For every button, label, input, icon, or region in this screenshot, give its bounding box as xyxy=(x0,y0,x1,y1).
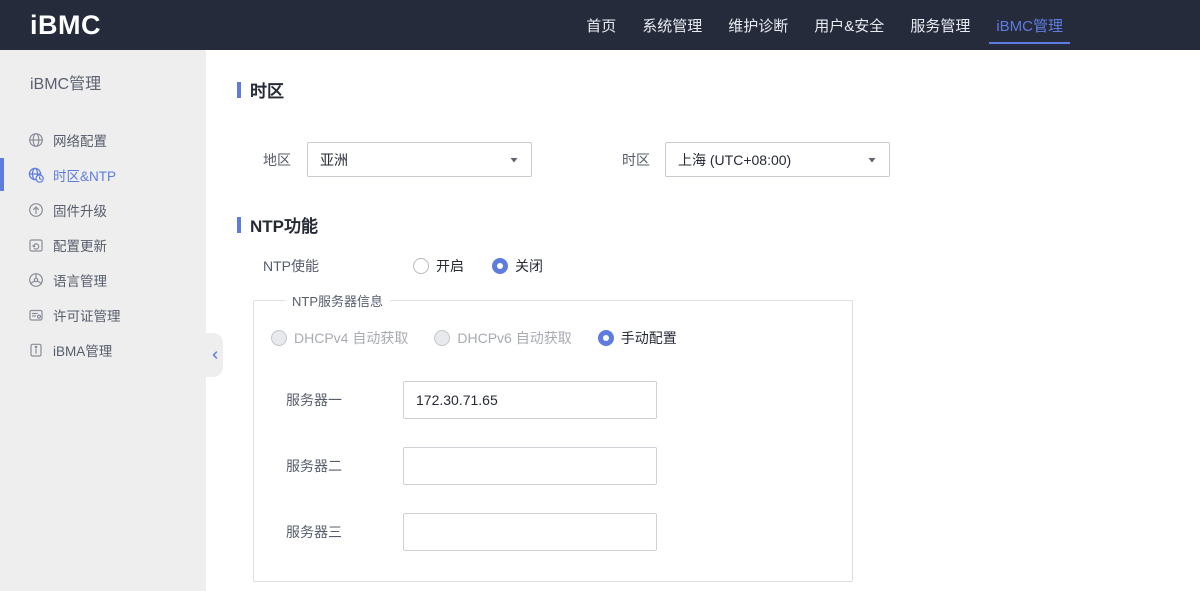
ntp-server-2-label: 服务器二 xyxy=(286,458,342,474)
section-title-timezone: 时区 xyxy=(250,82,284,101)
sidebar-item-ibma-management[interactable]: iBMA管理 xyxy=(0,332,206,367)
sidebar-item-timezone-ntp[interactable]: 时区&NTP xyxy=(0,157,206,192)
ntp-server-2-input[interactable] xyxy=(403,447,657,485)
radio-circle xyxy=(434,330,451,346)
sidebar-item-language-management[interactable]: 语言管理 xyxy=(0,262,206,297)
chevron-down-icon xyxy=(867,155,877,165)
nav-item-service-management[interactable]: 服务管理 xyxy=(903,0,977,50)
radio-circle xyxy=(413,258,429,274)
radio-circle xyxy=(271,330,287,346)
sidebar-item-label: 固件升级 xyxy=(53,203,107,219)
radio-circle xyxy=(597,330,614,346)
ntp-server-3-label: 服务器三 xyxy=(286,524,342,540)
sidebar-item-label: 许可证管理 xyxy=(53,308,121,324)
firmware-upgrade-icon xyxy=(28,202,44,218)
radio-ntp-on-label: 开启 xyxy=(436,258,464,274)
top-nav-menu: 首页 系统管理 维护诊断 用户&安全 服务管理 iBMC管理 xyxy=(573,0,1076,50)
sidebar-item-license-management[interactable]: 许可证管理 xyxy=(0,297,206,332)
radio-manual-config-label: 手动配置 xyxy=(620,330,677,346)
nav-item-user-security[interactable]: 用户&安全 xyxy=(807,0,891,50)
radio-circle xyxy=(492,258,508,274)
main-content: 时区 地区 亚洲 时区 上海 (UTC+08:00) NTP功能 NTP使能 开… xyxy=(206,50,1200,591)
sidebar-item-label: 语言管理 xyxy=(53,273,107,289)
radio-dhcpv4-label: DHCPv4 自动获取 xyxy=(294,330,409,346)
timezone-icon xyxy=(28,167,44,183)
radio-dhcpv6: DHCPv6 自动获取 xyxy=(434,328,572,348)
nav-item-home[interactable]: 首页 xyxy=(579,0,623,50)
sidebar-title: iBMC管理 xyxy=(30,76,102,93)
sidebar-item-network-config[interactable]: 网络配置 xyxy=(0,122,206,157)
sidebar-item-firmware-upgrade[interactable]: 固件升级 xyxy=(0,192,206,227)
radio-ntp-off-label: 关闭 xyxy=(515,258,543,274)
nav-item-ibmc-management[interactable]: iBMC管理 xyxy=(989,0,1070,50)
radio-manual-config[interactable]: 手动配置 xyxy=(597,328,677,348)
sidebar-item-label: 时区&NTP xyxy=(53,168,117,184)
ntp-server-3-input[interactable] xyxy=(403,513,657,551)
language-icon xyxy=(28,272,44,288)
sidebar-item-label: 配置更新 xyxy=(53,238,107,254)
ntp-enable-label: NTP使能 xyxy=(263,258,319,274)
timezone-form-row: 地区 亚洲 时区 上海 (UTC+08:00) xyxy=(237,142,1200,177)
nav-item-system-management[interactable]: 系统管理 xyxy=(635,0,709,50)
sidebar-item-config-update[interactable]: 配置更新 xyxy=(0,227,206,262)
sidebar-menu: 网络配置 时区&NTP 固件升级 配置更新 语言管理 许可证管理 iBMA管理 xyxy=(0,122,206,367)
nav-item-maintenance-diagnosis[interactable]: 维护诊断 xyxy=(721,0,795,50)
ntp-server-1-row: 服务器一 xyxy=(271,381,852,419)
timezone-section-header: 时区 xyxy=(237,77,1200,102)
ntp-server-1-label: 服务器一 xyxy=(286,392,342,408)
sidebar-collapse-button[interactable] xyxy=(206,333,223,377)
timezone-select-value: 上海 (UTC+08:00) xyxy=(678,151,792,168)
region-select[interactable]: 亚洲 xyxy=(307,142,532,177)
section-accent-bar xyxy=(237,81,241,98)
sidebar: iBMC管理 网络配置 时区&NTP 固件升级 配置更新 语言管理 许可证管理 … xyxy=(0,50,206,591)
chevron-left-icon xyxy=(209,349,221,361)
ibma-icon xyxy=(28,342,44,358)
ibmc-logo: iBMC xyxy=(30,9,101,40)
section-title-ntp: NTP功能 xyxy=(250,217,318,236)
chevron-down-icon xyxy=(509,155,519,165)
timezone-select[interactable]: 上海 (UTC+08:00) xyxy=(665,142,890,177)
top-navbar: iBMC 首页 系统管理 维护诊断 用户&安全 服务管理 iBMC管理 xyxy=(0,0,1200,50)
region-select-value: 亚洲 xyxy=(320,151,348,168)
config-update-icon xyxy=(28,237,44,253)
radio-ntp-on[interactable]: 开启 xyxy=(413,256,464,276)
radio-ntp-off[interactable]: 关闭 xyxy=(492,256,543,276)
ntp-server-group-legend: NTP服务器信息 xyxy=(292,294,384,309)
ntp-server-group: NTP服务器信息 DHCPv4 自动获取 DHCPv6 自动获取 手动配置 服务… xyxy=(253,291,853,582)
network-icon xyxy=(28,132,44,148)
ntp-server-2-row: 服务器二 xyxy=(271,447,852,485)
ntp-section-header: NTP功能 xyxy=(237,212,1200,237)
ntp-mode-row: DHCPv4 自动获取 DHCPv6 自动获取 手动配置 xyxy=(271,328,852,348)
ntp-server-1-input[interactable] xyxy=(403,381,657,419)
region-label: 地区 xyxy=(263,151,291,168)
ntp-enable-row: NTP使能 开启 关闭 xyxy=(237,256,1200,276)
ntp-server-3-row: 服务器三 xyxy=(271,513,852,551)
sidebar-item-label: 网络配置 xyxy=(53,133,107,149)
sidebar-item-label: iBMA管理 xyxy=(53,343,113,359)
section-accent-bar xyxy=(237,216,241,233)
page-body: iBMC管理 网络配置 时区&NTP 固件升级 配置更新 语言管理 许可证管理 … xyxy=(0,50,1200,591)
timezone-label: 时区 xyxy=(622,151,650,168)
radio-dhcpv6-label: DHCPv6 自动获取 xyxy=(457,330,572,346)
app-window: iBMC 首页 系统管理 维护诊断 用户&安全 服务管理 iBMC管理 iBMC… xyxy=(0,0,1200,591)
radio-dhcpv4: DHCPv4 自动获取 xyxy=(271,328,408,348)
license-icon xyxy=(28,307,44,323)
